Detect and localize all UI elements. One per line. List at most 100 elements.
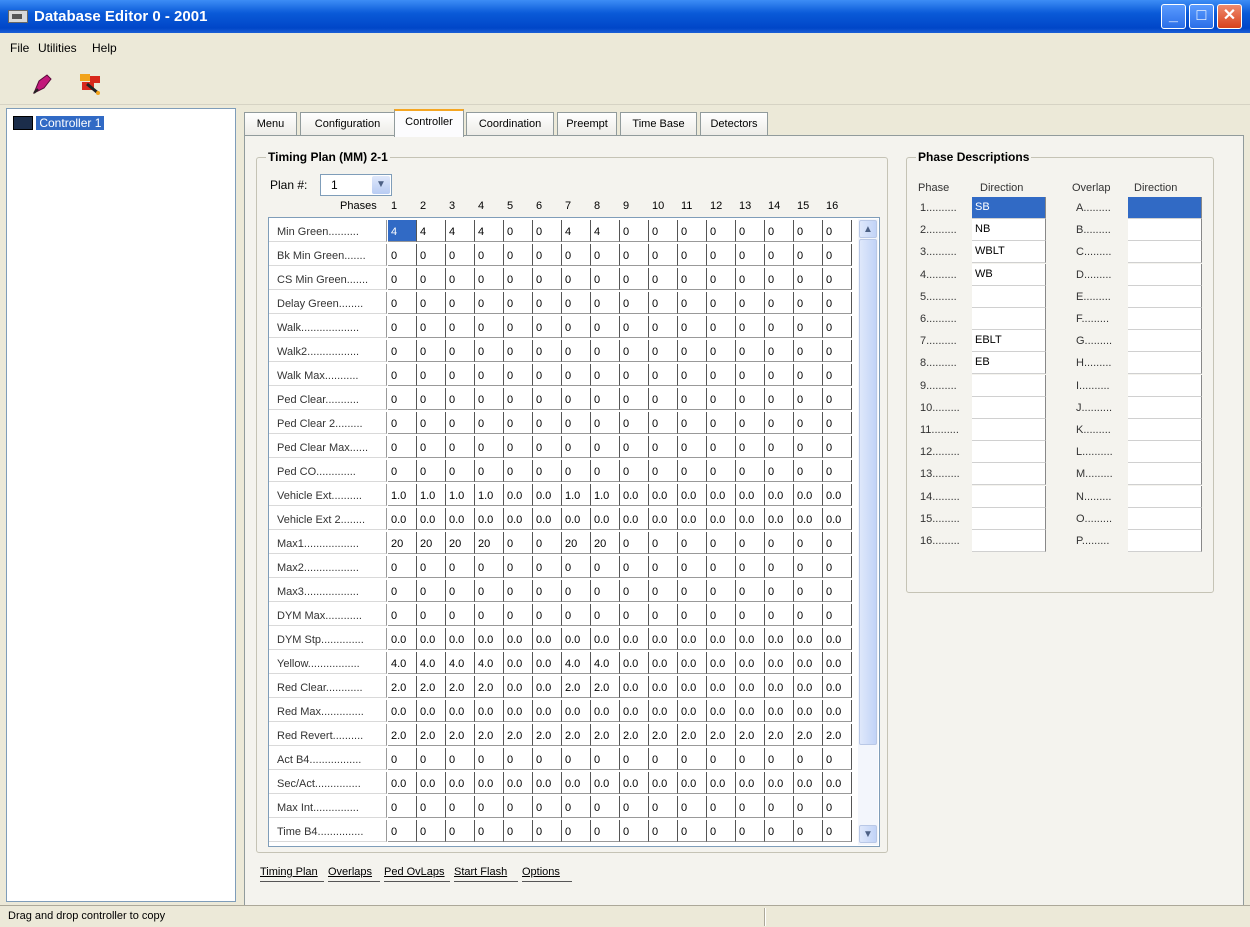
timing-cell[interactable]: 0.0 bbox=[736, 652, 765, 674]
timing-cell[interactable]: 0 bbox=[707, 820, 736, 842]
timing-cell[interactable]: 0.0 bbox=[736, 628, 765, 650]
timing-cell[interactable]: 0 bbox=[823, 244, 852, 266]
timing-cell[interactable]: 2.0 bbox=[446, 724, 475, 746]
tab-menu[interactable]: Menu bbox=[244, 112, 297, 136]
timing-cell[interactable]: 0 bbox=[417, 556, 446, 578]
timing-cell[interactable]: 0.0 bbox=[446, 700, 475, 722]
timing-cell[interactable]: 0.0 bbox=[504, 508, 533, 530]
timing-cell[interactable]: 0 bbox=[417, 580, 446, 602]
timing-cell[interactable]: 0 bbox=[504, 580, 533, 602]
overlap-direction-field[interactable] bbox=[1128, 463, 1202, 486]
phase-direction-field[interactable]: EB bbox=[972, 352, 1046, 375]
timing-cell[interactable]: 0 bbox=[562, 796, 591, 818]
timing-cell[interactable]: 0 bbox=[649, 316, 678, 338]
timing-cell[interactable]: 0.0 bbox=[736, 772, 765, 794]
timing-cell[interactable]: 0.0 bbox=[388, 700, 417, 722]
timing-cell[interactable]: 20 bbox=[446, 532, 475, 554]
timing-cell[interactable]: 0.0 bbox=[533, 484, 562, 506]
timing-cell[interactable]: 0 bbox=[562, 460, 591, 482]
timing-cell[interactable]: 0 bbox=[794, 820, 823, 842]
timing-cell[interactable]: 0 bbox=[562, 580, 591, 602]
timing-cell[interactable]: 0.0 bbox=[678, 772, 707, 794]
overlap-direction-field[interactable] bbox=[1128, 285, 1202, 308]
timing-cell[interactable]: 0 bbox=[678, 820, 707, 842]
timing-cell[interactable]: 0.0 bbox=[823, 628, 852, 650]
timing-cell[interactable]: 0.0 bbox=[765, 484, 794, 506]
timing-cell[interactable]: 0 bbox=[475, 748, 504, 770]
timing-cell[interactable]: 0 bbox=[388, 364, 417, 386]
timing-cell[interactable]: 0 bbox=[475, 316, 504, 338]
timing-cell[interactable]: 0 bbox=[533, 292, 562, 314]
timing-cell[interactable]: 0 bbox=[591, 244, 620, 266]
timing-cell[interactable]: 0 bbox=[446, 436, 475, 458]
timing-cell[interactable]: 0 bbox=[417, 748, 446, 770]
timing-cell[interactable]: 0 bbox=[620, 316, 649, 338]
timing-cell[interactable]: 0.0 bbox=[620, 628, 649, 650]
timing-cell[interactable]: 0 bbox=[823, 316, 852, 338]
timing-cell[interactable]: 2.0 bbox=[475, 724, 504, 746]
timing-cell[interactable]: 0.0 bbox=[736, 700, 765, 722]
timing-cell[interactable]: 0 bbox=[475, 556, 504, 578]
pen-tool-icon[interactable] bbox=[30, 73, 54, 95]
timing-cell[interactable]: 2.0 bbox=[794, 724, 823, 746]
timing-cell[interactable]: 2.0 bbox=[417, 676, 446, 698]
phase-direction-field[interactable] bbox=[972, 463, 1046, 486]
timing-cell[interactable]: 2.0 bbox=[707, 724, 736, 746]
timing-cell[interactable]: 0 bbox=[707, 556, 736, 578]
timing-cell[interactable]: 0.0 bbox=[765, 700, 794, 722]
timing-cell[interactable]: 0 bbox=[388, 316, 417, 338]
timing-cell[interactable]: 0 bbox=[620, 580, 649, 602]
timing-cell[interactable]: 0 bbox=[388, 268, 417, 290]
overlap-direction-field[interactable] bbox=[1128, 352, 1202, 375]
timing-cell[interactable]: 0.0 bbox=[475, 700, 504, 722]
timing-cell[interactable]: 0 bbox=[504, 316, 533, 338]
tab-ped-ovlaps[interactable]: Ped OvLaps bbox=[384, 862, 450, 882]
timing-cell[interactable]: 0 bbox=[446, 316, 475, 338]
timing-cell[interactable]: 0 bbox=[823, 220, 852, 242]
phase-direction-field[interactable] bbox=[972, 419, 1046, 441]
timing-cell[interactable]: 0 bbox=[591, 820, 620, 842]
timing-cell[interactable]: 2.0 bbox=[562, 676, 591, 698]
timing-cell[interactable]: 0.0 bbox=[678, 484, 707, 506]
timing-cell[interactable]: 0 bbox=[475, 244, 504, 266]
timing-cell[interactable]: 0.0 bbox=[533, 628, 562, 650]
timing-cell[interactable]: 0 bbox=[504, 364, 533, 386]
timing-cell[interactable]: 0 bbox=[591, 748, 620, 770]
timing-cell[interactable]: 0 bbox=[562, 244, 591, 266]
timing-cell[interactable]: 0 bbox=[591, 292, 620, 314]
timing-cell[interactable]: 0 bbox=[475, 436, 504, 458]
phase-direction-field[interactable] bbox=[972, 285, 1046, 308]
timing-cell[interactable]: 0 bbox=[765, 340, 794, 362]
timing-cell[interactable]: 0 bbox=[765, 580, 794, 602]
timing-cell[interactable]: 0 bbox=[533, 412, 562, 434]
timing-cell[interactable]: 0 bbox=[475, 604, 504, 626]
timing-cell[interactable]: 0 bbox=[765, 532, 794, 554]
timing-cell[interactable]: 0 bbox=[649, 796, 678, 818]
timing-cell[interactable]: 0 bbox=[504, 340, 533, 362]
timing-cell[interactable]: 0 bbox=[678, 436, 707, 458]
timing-cell[interactable]: 0 bbox=[736, 340, 765, 362]
timing-cell[interactable]: 0 bbox=[823, 796, 852, 818]
timing-cell[interactable]: 0.0 bbox=[707, 772, 736, 794]
timing-cell[interactable]: 0 bbox=[649, 388, 678, 410]
timing-cell[interactable]: 0 bbox=[649, 436, 678, 458]
timing-cell[interactable]: 0 bbox=[707, 388, 736, 410]
timing-cell[interactable]: 0 bbox=[736, 796, 765, 818]
timing-cell[interactable]: 0 bbox=[504, 460, 533, 482]
phase-direction-field[interactable] bbox=[972, 507, 1046, 530]
overlap-direction-field[interactable] bbox=[1128, 219, 1202, 242]
timing-cell[interactable]: 0.0 bbox=[736, 676, 765, 698]
timing-cell[interactable]: 0.0 bbox=[823, 484, 852, 506]
timing-cell[interactable]: 0 bbox=[678, 532, 707, 554]
timing-cell[interactable]: 0.0 bbox=[620, 700, 649, 722]
timing-cell[interactable]: 4 bbox=[591, 220, 620, 242]
timing-cell[interactable]: 0 bbox=[765, 604, 794, 626]
timing-cell[interactable]: 0 bbox=[533, 340, 562, 362]
timing-cell[interactable]: 0 bbox=[388, 412, 417, 434]
timing-cell[interactable]: 0 bbox=[533, 796, 562, 818]
timing-cell[interactable]: 0 bbox=[562, 604, 591, 626]
scroll-up-icon[interactable]: ▲ bbox=[859, 220, 877, 238]
timing-cell[interactable]: 2.0 bbox=[591, 676, 620, 698]
timing-cell[interactable]: 4 bbox=[388, 220, 417, 242]
timing-cell[interactable]: 0 bbox=[649, 340, 678, 362]
